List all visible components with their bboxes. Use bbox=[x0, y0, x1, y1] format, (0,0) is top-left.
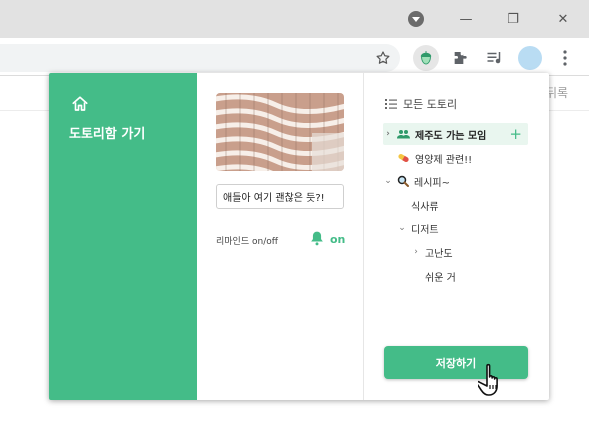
folder-item-label: 식사류 bbox=[411, 201, 439, 213]
folder-item-dessert[interactable]: ⌄ 디저트 bbox=[397, 217, 528, 239]
chevron-down-icon[interactable]: ⌄ bbox=[383, 176, 393, 186]
page-background-text: 뒤록 bbox=[546, 86, 569, 100]
acorn-extension-icon[interactable] bbox=[413, 45, 439, 71]
minimize-button[interactable]: — bbox=[455, 8, 477, 30]
address-bar[interactable] bbox=[0, 44, 400, 72]
folder-item-supplements[interactable]: 영양제 관련!! bbox=[383, 147, 528, 169]
star-icon[interactable] bbox=[370, 45, 396, 71]
folder-item-label: 영양제 관련!! bbox=[415, 154, 473, 166]
folder-item-hard[interactable]: › 고난도 bbox=[411, 241, 528, 263]
browser-profile-menu-icon[interactable] bbox=[408, 11, 424, 27]
chevron-right-icon[interactable]: › bbox=[411, 247, 421, 257]
folder-tree-header[interactable]: 모든 도토리 bbox=[385, 96, 457, 112]
extension-popup: 도토리함 가기 애들아 여기 괜찮은 듯?! 리마인드 on/off on 모든… bbox=[49, 73, 549, 400]
chevron-down-icon[interactable]: ⌄ bbox=[397, 223, 407, 233]
profile-avatar[interactable] bbox=[518, 46, 542, 70]
folder-item-recipes[interactable]: ⌄ 레시피~ bbox=[383, 170, 528, 192]
media-queue-icon[interactable] bbox=[482, 45, 508, 71]
folder-item-label: 고난도 bbox=[425, 248, 453, 260]
reminder-toggle-state[interactable]: on bbox=[330, 233, 345, 246]
folder-item-label: 레시피~ bbox=[414, 177, 450, 189]
pill-icon bbox=[398, 154, 409, 162]
go-to-acorn-box-link[interactable]: 도토리함 가기 bbox=[69, 123, 145, 142]
bell-icon[interactable] bbox=[310, 230, 324, 246]
maximize-button[interactable]: ❐ bbox=[502, 8, 524, 30]
reminder-label: 리마인드 on/off bbox=[216, 237, 278, 247]
page-thumbnail bbox=[216, 93, 344, 171]
magnifier-icon bbox=[397, 175, 409, 187]
home-icon bbox=[72, 96, 88, 111]
list-icon bbox=[385, 99, 397, 109]
folder-item-label: 제주도 가는 모임 bbox=[415, 130, 487, 142]
close-button[interactable]: ✕ bbox=[552, 8, 574, 30]
folder-item-label: 디저트 bbox=[411, 224, 439, 236]
preview-panel: 애들아 여기 괜찮은 듯?! 리마인드 on/off on bbox=[197, 73, 364, 400]
folder-tree-title: 모든 도토리 bbox=[403, 98, 458, 111]
hand-pointer-cursor-icon bbox=[478, 363, 498, 396]
folder-item-meals[interactable]: 식사류 bbox=[397, 194, 528, 216]
add-subfolder-button[interactable]: + bbox=[509, 125, 522, 143]
puzzle-extension-icon[interactable] bbox=[447, 45, 473, 71]
browser-titlebar: — ❐ ✕ bbox=[0, 0, 589, 38]
chevron-right-icon[interactable]: › bbox=[383, 129, 393, 139]
folder-panel: 모든 도토리 › 제주도 가는 모임 + 영양제 관련!! ⌄ 레시피~ 식사류… bbox=[365, 73, 549, 400]
folder-item-label: 쉬운 거 bbox=[425, 272, 456, 284]
people-icon bbox=[397, 130, 410, 139]
popup-sidebar[interactable]: 도토리함 가기 bbox=[49, 73, 197, 400]
memo-input[interactable]: 애들아 여기 괜찮은 듯?! bbox=[216, 184, 344, 209]
folder-item-jeju[interactable]: › 제주도 가는 모임 + bbox=[383, 123, 528, 145]
kebab-menu-icon[interactable] bbox=[552, 45, 578, 71]
folder-item-easy[interactable]: 쉬운 거 bbox=[411, 265, 528, 287]
